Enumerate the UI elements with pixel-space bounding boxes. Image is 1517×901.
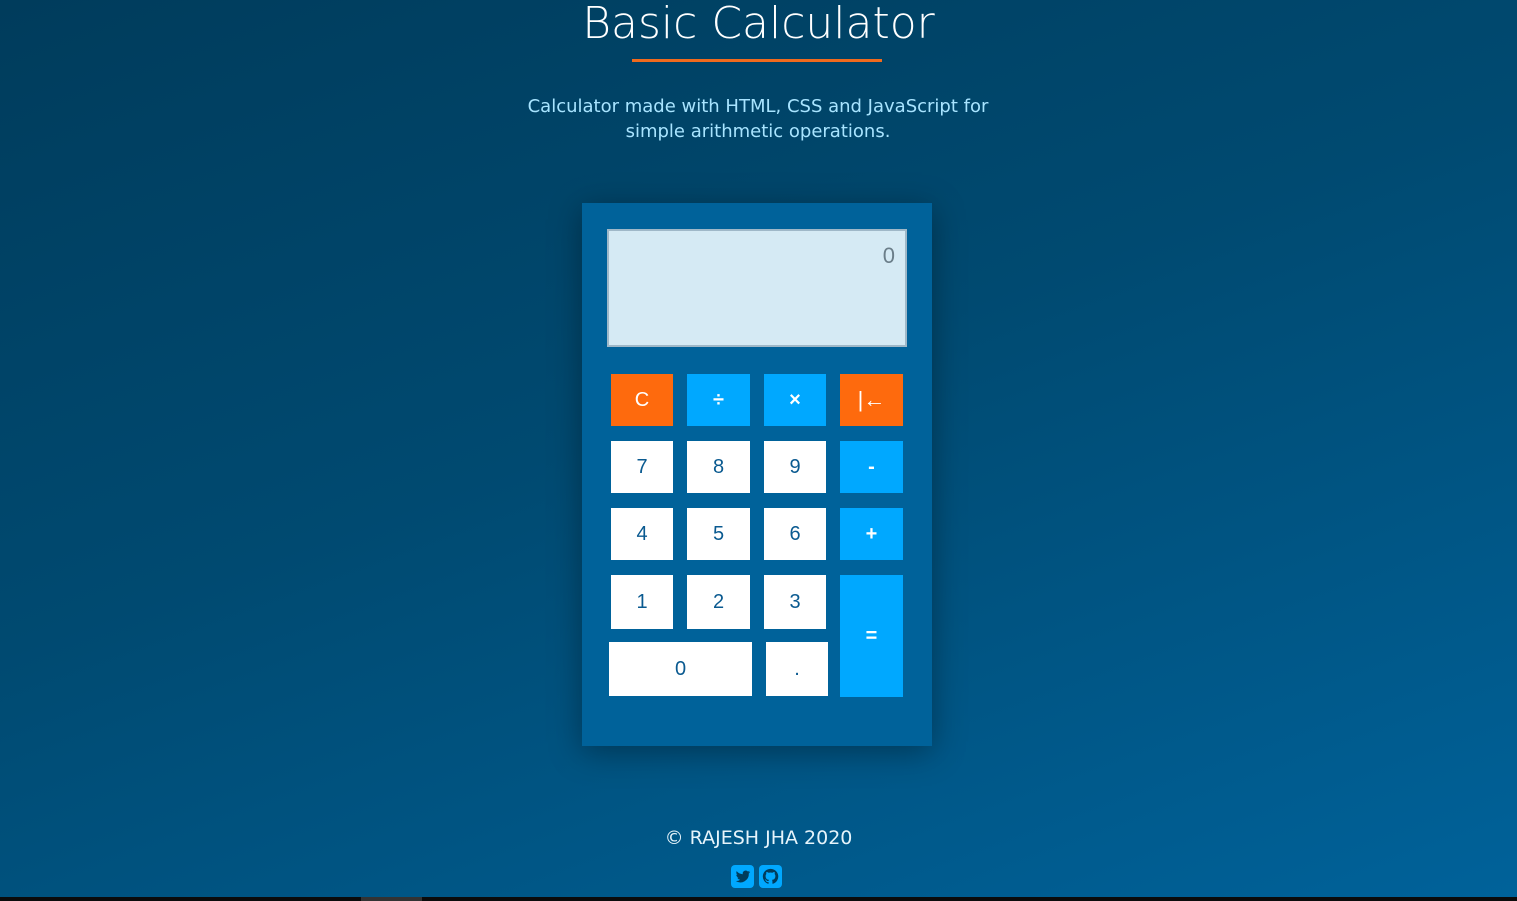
zero-button[interactable]: 0 — [609, 642, 752, 696]
page-title: Basic Calculator — [582, 0, 935, 49]
minus-button[interactable]: - — [840, 441, 903, 493]
one-button[interactable]: 1 — [611, 575, 673, 629]
plus-button[interactable]: + — [840, 508, 903, 560]
calculator: 0 C ÷ × |← 7 8 9 - 4 5 6 + 1 2 3 = 0 . — [582, 203, 932, 746]
twitter-icon[interactable] — [731, 865, 754, 888]
subtitle-line-2: simple arithmetic operations. — [625, 121, 891, 142]
two-button[interactable]: 2 — [687, 575, 750, 629]
divide-button[interactable]: ÷ — [687, 374, 750, 426]
scrollbar-thumb[interactable] — [361, 897, 422, 901]
three-button[interactable]: 3 — [764, 575, 826, 629]
seven-button[interactable]: 7 — [611, 441, 673, 493]
title-underline — [632, 59, 882, 62]
decimal-button[interactable]: . — [766, 642, 828, 696]
multiply-button[interactable]: × — [764, 374, 826, 426]
equals-button[interactable]: = — [840, 575, 903, 697]
copyright-text: © RAJESH JHA 2020 — [664, 827, 853, 849]
clear-button[interactable]: C — [611, 374, 673, 426]
five-button[interactable]: 5 — [687, 508, 750, 560]
four-button[interactable]: 4 — [611, 508, 673, 560]
nine-button[interactable]: 9 — [764, 441, 826, 493]
backspace-button[interactable]: |← — [840, 374, 903, 426]
subtitle-line-1: Calculator made with HTML, CSS and JavaS… — [527, 96, 989, 117]
six-button[interactable]: 6 — [764, 508, 826, 560]
horizontal-scrollbar[interactable] — [0, 897, 1517, 901]
eight-button[interactable]: 8 — [687, 441, 750, 493]
page-subtitle: Calculator made with HTML, CSS and JavaS… — [508, 94, 1008, 144]
github-icon[interactable] — [759, 865, 782, 888]
calculator-display: 0 — [607, 229, 907, 347]
